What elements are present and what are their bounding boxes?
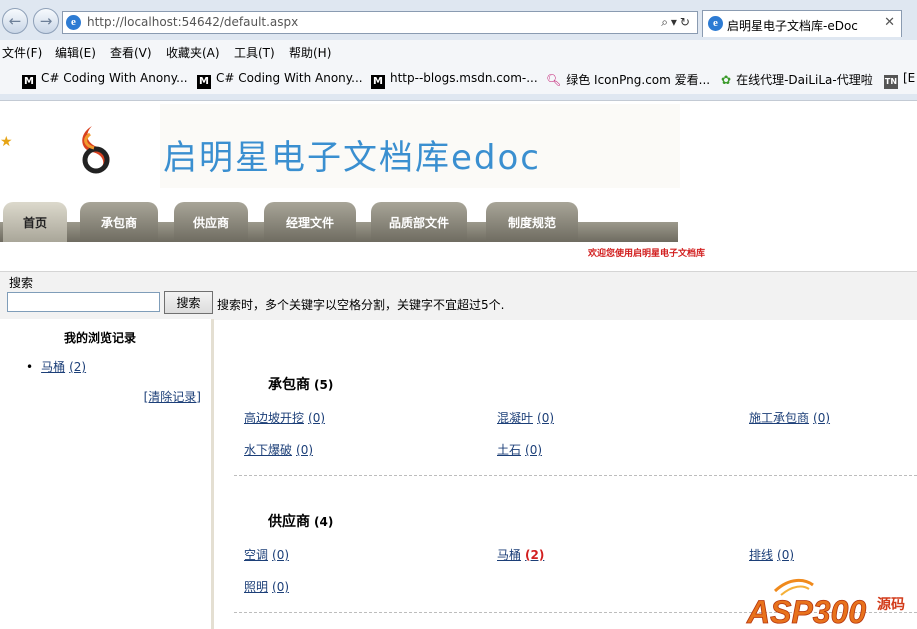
- favorite-link[interactable]: M C# Coding With Anony...: [22, 71, 188, 89]
- clear-history-link[interactable]: [清除记录]: [144, 388, 201, 405]
- search-label: 搜索: [9, 276, 34, 290]
- menu-file[interactable]: 文件(F): [2, 44, 42, 61]
- back-button[interactable]: ←: [2, 8, 28, 34]
- tn-icon: TN: [884, 75, 898, 89]
- browser-tab[interactable]: e 启明星电子文档库-eDoc ✕: [702, 10, 902, 37]
- welcome-text: 欢迎您使用启明星电子文档库: [588, 249, 706, 259]
- section-divider: [234, 475, 917, 476]
- nav-tab-regulations[interactable]: 制度规范: [486, 202, 578, 242]
- favorite-link[interactable]: M C# Coding With Anony...: [197, 71, 363, 89]
- menu-favorites[interactable]: 收藏夹(A): [166, 44, 220, 61]
- category-item-link[interactable]: 高边坡开挖 (0): [244, 409, 325, 426]
- category-item-link[interactable]: 混凝叶 (0): [497, 409, 554, 426]
- close-icon[interactable]: ✕: [884, 15, 895, 30]
- nav-tab-manager-docs[interactable]: 经理文件: [264, 202, 356, 242]
- msdn-icon: M: [197, 75, 211, 89]
- menu-bar: 文件(F) 编辑(E) 查看(V) 收藏夹(A) 工具(T) 帮助(H): [0, 40, 917, 64]
- favorite-link[interactable]: TN [E: [884, 71, 915, 89]
- favorites-bar: ★ M C# Coding With Anony... M C# Coding Wi…: [0, 64, 917, 150]
- search-refresh-icon[interactable]: ⌕▾↻: [661, 15, 693, 30]
- search-icon: 🔍︎: [546, 73, 562, 87]
- address-url[interactable]: http://localhost:54642/default.aspx: [87, 15, 298, 29]
- nav-tab-home[interactable]: 首页: [3, 202, 67, 242]
- search-hint: 搜索时，多个关键字以空格分割，关键字不宜超过5个.: [217, 298, 505, 312]
- history-panel: 我的浏览记录 马桶(2) [清除记录]: [0, 319, 214, 629]
- ie-icon: e: [66, 15, 81, 30]
- category-item-link[interactable]: 马桶 (2): [497, 546, 544, 563]
- menu-tools[interactable]: 工具(T): [234, 44, 275, 61]
- menu-edit[interactable]: 编辑(E): [55, 44, 96, 61]
- favorite-link[interactable]: ✿ 在线代理-DaiLiLa-代理啦: [721, 71, 873, 88]
- svg-text:ASP300: ASP300: [746, 594, 866, 629]
- menu-help[interactable]: 帮助(H): [289, 44, 331, 61]
- search-button[interactable]: 搜索: [164, 291, 213, 314]
- nav-tab-quality-docs[interactable]: 品质部文件: [371, 202, 467, 242]
- history-link[interactable]: 马桶 (2): [41, 360, 86, 374]
- browser-chrome: ← → e http://localhost:54642/default.asp…: [0, 0, 917, 150]
- msdn-icon: M: [22, 75, 36, 89]
- category-item-link[interactable]: 照明 (0): [244, 578, 289, 595]
- forward-button[interactable]: →: [33, 8, 59, 34]
- list-item: 马桶(2): [26, 358, 86, 375]
- address-bar[interactable]: e http://localhost:54642/default.aspx ⌕▾…: [62, 11, 698, 34]
- site-title: 启明星电子文档库edoc: [163, 138, 541, 178]
- search-input[interactable]: [7, 292, 160, 312]
- history-title: 我的浏览记录: [63, 331, 136, 345]
- nav-tab-suppliers[interactable]: 供应商: [174, 202, 248, 242]
- category-item-link[interactable]: 土石 (0): [497, 441, 542, 458]
- category-item-link[interactable]: 施工承包商 (0): [749, 409, 830, 426]
- site-logo: [82, 126, 110, 174]
- category-item-link[interactable]: 水下爆破 (0): [244, 441, 313, 458]
- search-bar: 搜索 搜索 搜索时，多个关键字以空格分割，关键字不宜超过5个.: [0, 271, 917, 320]
- category-heading: 承包商 (5): [268, 377, 334, 393]
- tab-title: 启明星电子文档库-eDoc: [727, 19, 858, 33]
- asp300-watermark: ASP300 源码: [746, 579, 905, 629]
- menu-view[interactable]: 查看(V): [110, 44, 152, 61]
- favorites-star-icon[interactable]: ★: [0, 134, 13, 150]
- favorite-link[interactable]: 🔍︎ 绿色 IconPng.com 爱看...: [546, 71, 710, 88]
- history-list: 马桶(2): [26, 358, 86, 375]
- category-item-link[interactable]: 排线 (0): [749, 546, 794, 563]
- svg-text:源码: 源码: [877, 596, 905, 613]
- leaf-icon: ✿: [721, 73, 732, 87]
- nav-tab-contractors[interactable]: 承包商: [80, 202, 158, 242]
- tab-ie-icon: e: [708, 16, 723, 31]
- favorite-link[interactable]: Mhttp--blogs.msdn.com-...: [371, 71, 538, 89]
- category-item-link[interactable]: 空调 (0): [244, 546, 289, 563]
- msdn-icon: M: [371, 75, 385, 89]
- category-heading: 供应商 (4): [268, 514, 334, 530]
